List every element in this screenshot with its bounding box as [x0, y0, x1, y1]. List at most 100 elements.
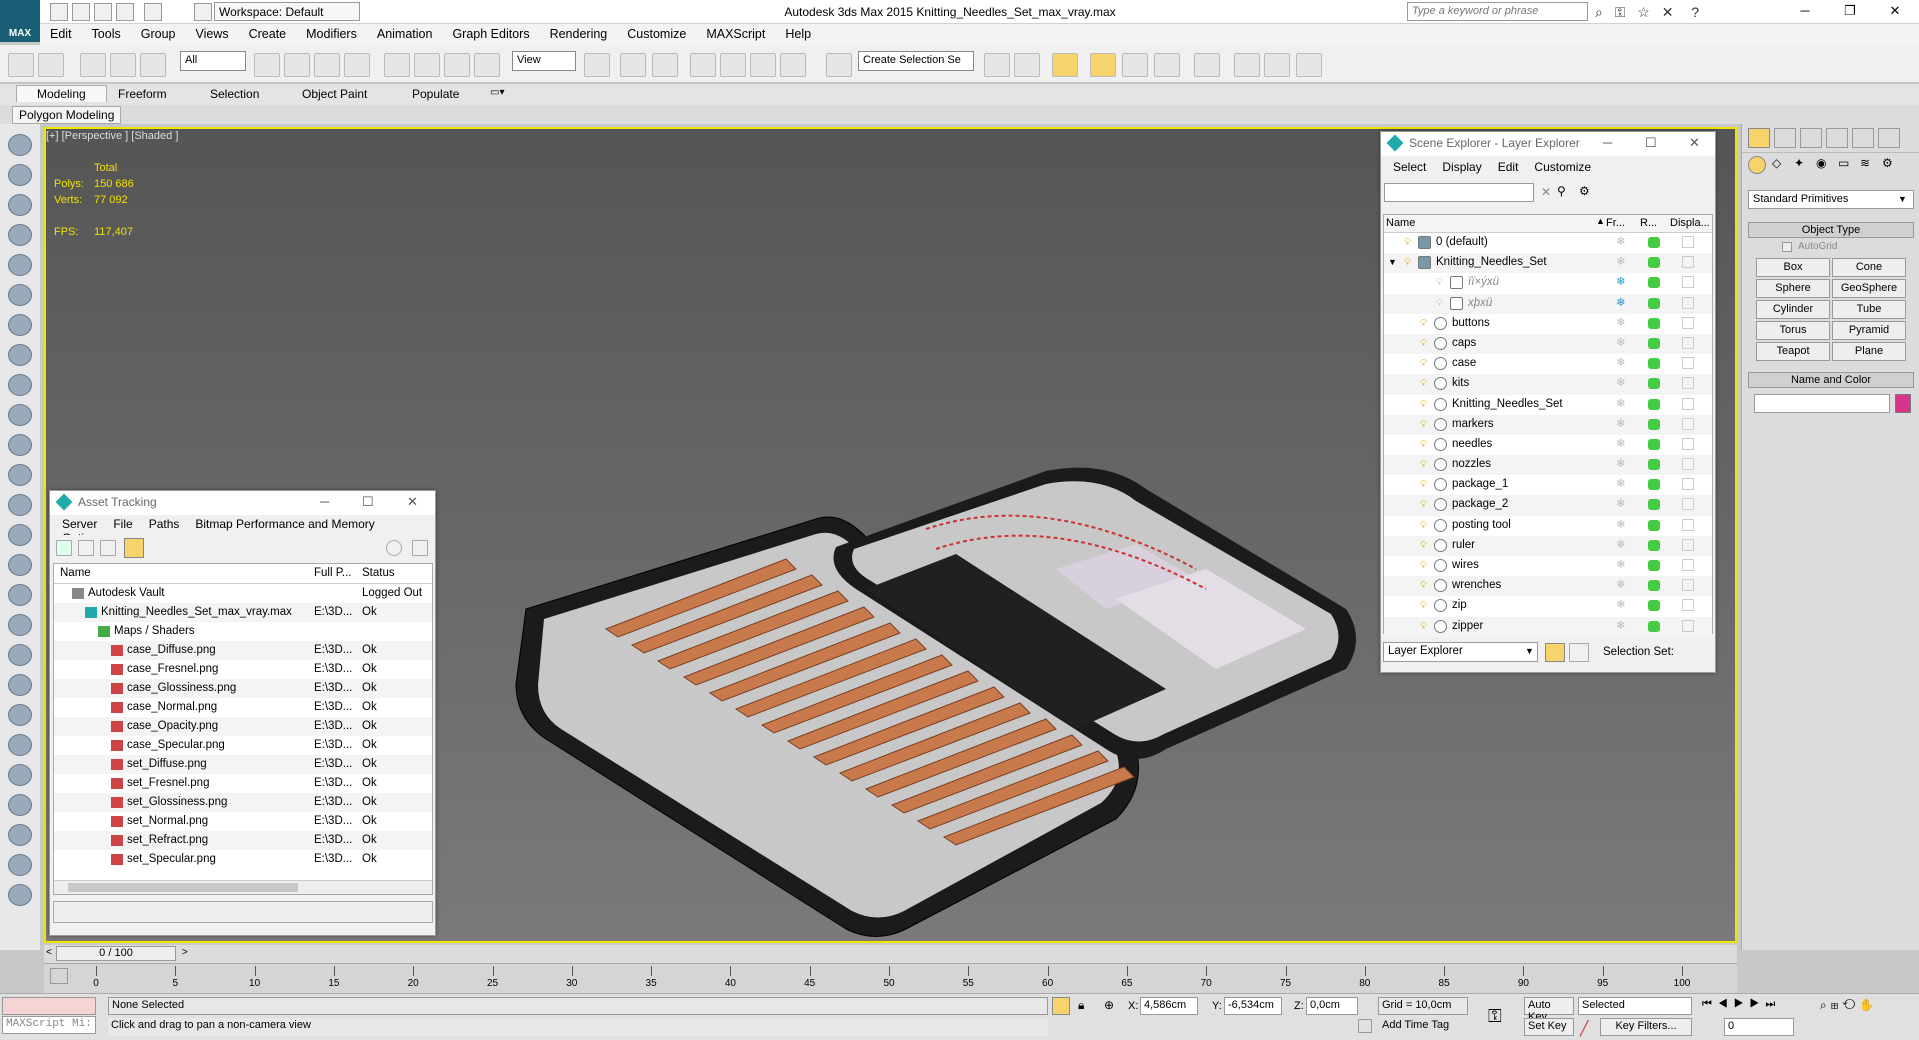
display-box-icon[interactable]	[1682, 377, 1694, 390]
layer-row[interactable]: 💡︎ markers ❄	[1384, 414, 1712, 435]
visibility-bulb-icon[interactable]: 💡︎	[1420, 374, 1427, 393]
viewport-icon[interactable]	[8, 164, 32, 186]
display-box-icon[interactable]	[1682, 417, 1694, 430]
navigation-controls[interactable]: ⌕⊞⟲✋	[1820, 998, 1878, 1013]
rectangular-selection-icon[interactable]	[314, 53, 340, 77]
grid-icon[interactable]	[8, 224, 32, 246]
display-box-icon[interactable]	[1682, 316, 1694, 329]
playback-controls[interactable]: ⏮◀▶▶⏭	[1702, 998, 1781, 1011]
create-tab-icon[interactable]	[1748, 128, 1770, 148]
display-box-icon[interactable]	[1682, 538, 1694, 551]
layer-row[interactable]: 💡︎ kits ❄	[1384, 374, 1712, 395]
reference-coordinate-dropdown[interactable]: View	[512, 51, 576, 71]
curve-editor-icon[interactable]	[1154, 53, 1180, 77]
tag-icon[interactable]	[8, 884, 32, 906]
align-icon[interactable]	[1014, 53, 1040, 77]
key-mode-dropdown[interactable]: Selected	[1578, 997, 1692, 1015]
app-logo[interactable]: MAX	[0, 0, 40, 42]
visibility-bulb-icon[interactable]: 💡︎	[1420, 617, 1427, 636]
helpers-icon[interactable]: ▭	[1838, 156, 1856, 174]
sphere-button[interactable]: Sphere	[1756, 279, 1830, 298]
visibility-bulb-icon[interactable]: 💡︎	[1404, 233, 1411, 252]
tab-object-paint[interactable]: Object Paint	[302, 87, 367, 101]
visibility-bulb-icon[interactable]: 💡︎	[1420, 395, 1427, 414]
undo-icon[interactable]	[116, 3, 134, 21]
list-view-icon[interactable]	[78, 540, 94, 556]
layer-row[interactable]: 💡︎ nozzles ❄	[1384, 455, 1712, 476]
asset-row[interactable]: set_Diffuse.png E:\3D... Ok	[54, 755, 432, 774]
modify-tab-icon[interactable]	[1774, 128, 1796, 148]
select-icon[interactable]	[8, 134, 32, 156]
display-box-icon[interactable]	[1682, 276, 1694, 289]
render-teapot-icon[interactable]	[1648, 297, 1660, 309]
polygon-modeling-panel[interactable]: Polygon Modeling	[12, 106, 122, 124]
expand-toggle-icon[interactable]: ▼	[1388, 253, 1397, 272]
minimize-button[interactable]: ─	[1790, 3, 1820, 21]
visibility-bulb-icon[interactable]: 💡︎	[1420, 475, 1427, 494]
mirror-icon[interactable]	[984, 53, 1010, 77]
y-coordinate-field[interactable]: -6,534cm	[1224, 997, 1282, 1015]
schematic-view-icon[interactable]	[1194, 53, 1220, 77]
display-box-icon[interactable]	[1682, 478, 1694, 491]
render-setup-icon[interactable]	[1264, 53, 1290, 77]
menu-edit[interactable]: Edit	[40, 24, 82, 44]
display-box-icon[interactable]	[1682, 336, 1694, 349]
close-button[interactable]: ✕	[1880, 3, 1910, 21]
asset-menu-paths[interactable]: Paths	[141, 517, 188, 531]
col-frozen[interactable]: Fr...	[1606, 217, 1625, 229]
save-file-icon[interactable]	[94, 3, 112, 21]
render-teapot-icon[interactable]	[1648, 459, 1660, 471]
layer-row[interactable]: 💡︎ zip ❄	[1384, 596, 1712, 616]
render-teapot-icon[interactable]	[1648, 519, 1660, 531]
maxscript-listener[interactable]	[2, 997, 96, 1015]
key-filter-icon[interactable]: ╱	[1580, 1020, 1588, 1037]
rotate-icon[interactable]	[414, 53, 440, 77]
sort-up-icon[interactable]: ▲	[1596, 216, 1605, 226]
leaf-icon[interactable]	[8, 734, 32, 756]
utilities-tab-icon[interactable]	[1878, 128, 1900, 148]
star-icon[interactable]	[8, 464, 32, 486]
table-view-icon[interactable]	[124, 538, 144, 558]
freeze-icon[interactable]: ❄	[1616, 475, 1626, 494]
menu-rendering[interactable]: Rendering	[540, 24, 618, 44]
spacewarps-icon[interactable]: ≋	[1860, 156, 1878, 174]
lamp-icon[interactable]	[8, 254, 32, 276]
menu-create[interactable]: Create	[239, 24, 297, 44]
visibility-bulb-icon[interactable]: 💡︎	[1420, 334, 1427, 353]
layer-row[interactable]: 💡︎ wrenches ❄	[1384, 576, 1712, 597]
scale-icon[interactable]	[444, 53, 470, 77]
layer-explorer-icon[interactable]	[1052, 53, 1078, 77]
scene-menu-select[interactable]: Select	[1385, 160, 1434, 174]
new-file-icon[interactable]	[50, 3, 68, 21]
tube-button[interactable]: Tube	[1832, 300, 1906, 319]
select-manipulate-icon[interactable]	[620, 53, 646, 77]
unlink-icon[interactable]	[110, 53, 136, 77]
tree-view-icon[interactable]	[100, 540, 116, 556]
asset-row[interactable]: case_Specular.png E:\3D... Ok	[54, 736, 432, 755]
visibility-bulb-icon[interactable]: 💡︎	[1420, 495, 1427, 514]
col-renderable[interactable]: R...	[1640, 217, 1657, 229]
scene-menu-customize[interactable]: Customize	[1526, 160, 1599, 174]
freeze-icon[interactable]: ❄	[1616, 576, 1626, 595]
tab-freeform[interactable]: Freeform	[118, 87, 167, 101]
clear-search-icon[interactable]: ✕	[1541, 185, 1551, 199]
selection-filter-dropdown[interactable]: All	[180, 51, 246, 71]
autogrid-checkbox[interactable]	[1782, 242, 1792, 252]
place-icon[interactable]	[474, 53, 500, 77]
mesh-icon[interactable]	[8, 344, 32, 366]
asset-menu-file[interactable]: File	[105, 517, 140, 531]
freeze-icon[interactable]: ❄	[1616, 536, 1626, 555]
key-icon[interactable]: ⚿	[1615, 4, 1626, 20]
sun-icon[interactable]	[8, 524, 32, 546]
freeze-icon[interactable]: ❄	[1616, 516, 1626, 535]
viewport-label[interactable]: [+] [Perspective ] [Shaded ]	[46, 130, 178, 142]
menu-animation[interactable]: Animation	[367, 24, 443, 44]
layer-row[interactable]: 💡︎ buttons ❄	[1384, 314, 1712, 334]
object-name-input[interactable]	[1754, 394, 1890, 413]
cone-icon[interactable]	[8, 494, 32, 516]
snaps-toggle-icon[interactable]	[690, 53, 716, 77]
display-box-icon[interactable]	[1682, 599, 1694, 612]
set-key-icon[interactable]: ⚿	[1488, 1006, 1502, 1027]
render-teapot-icon[interactable]	[1648, 378, 1660, 390]
z-coordinate-field[interactable]: 0,0cm	[1306, 997, 1358, 1015]
